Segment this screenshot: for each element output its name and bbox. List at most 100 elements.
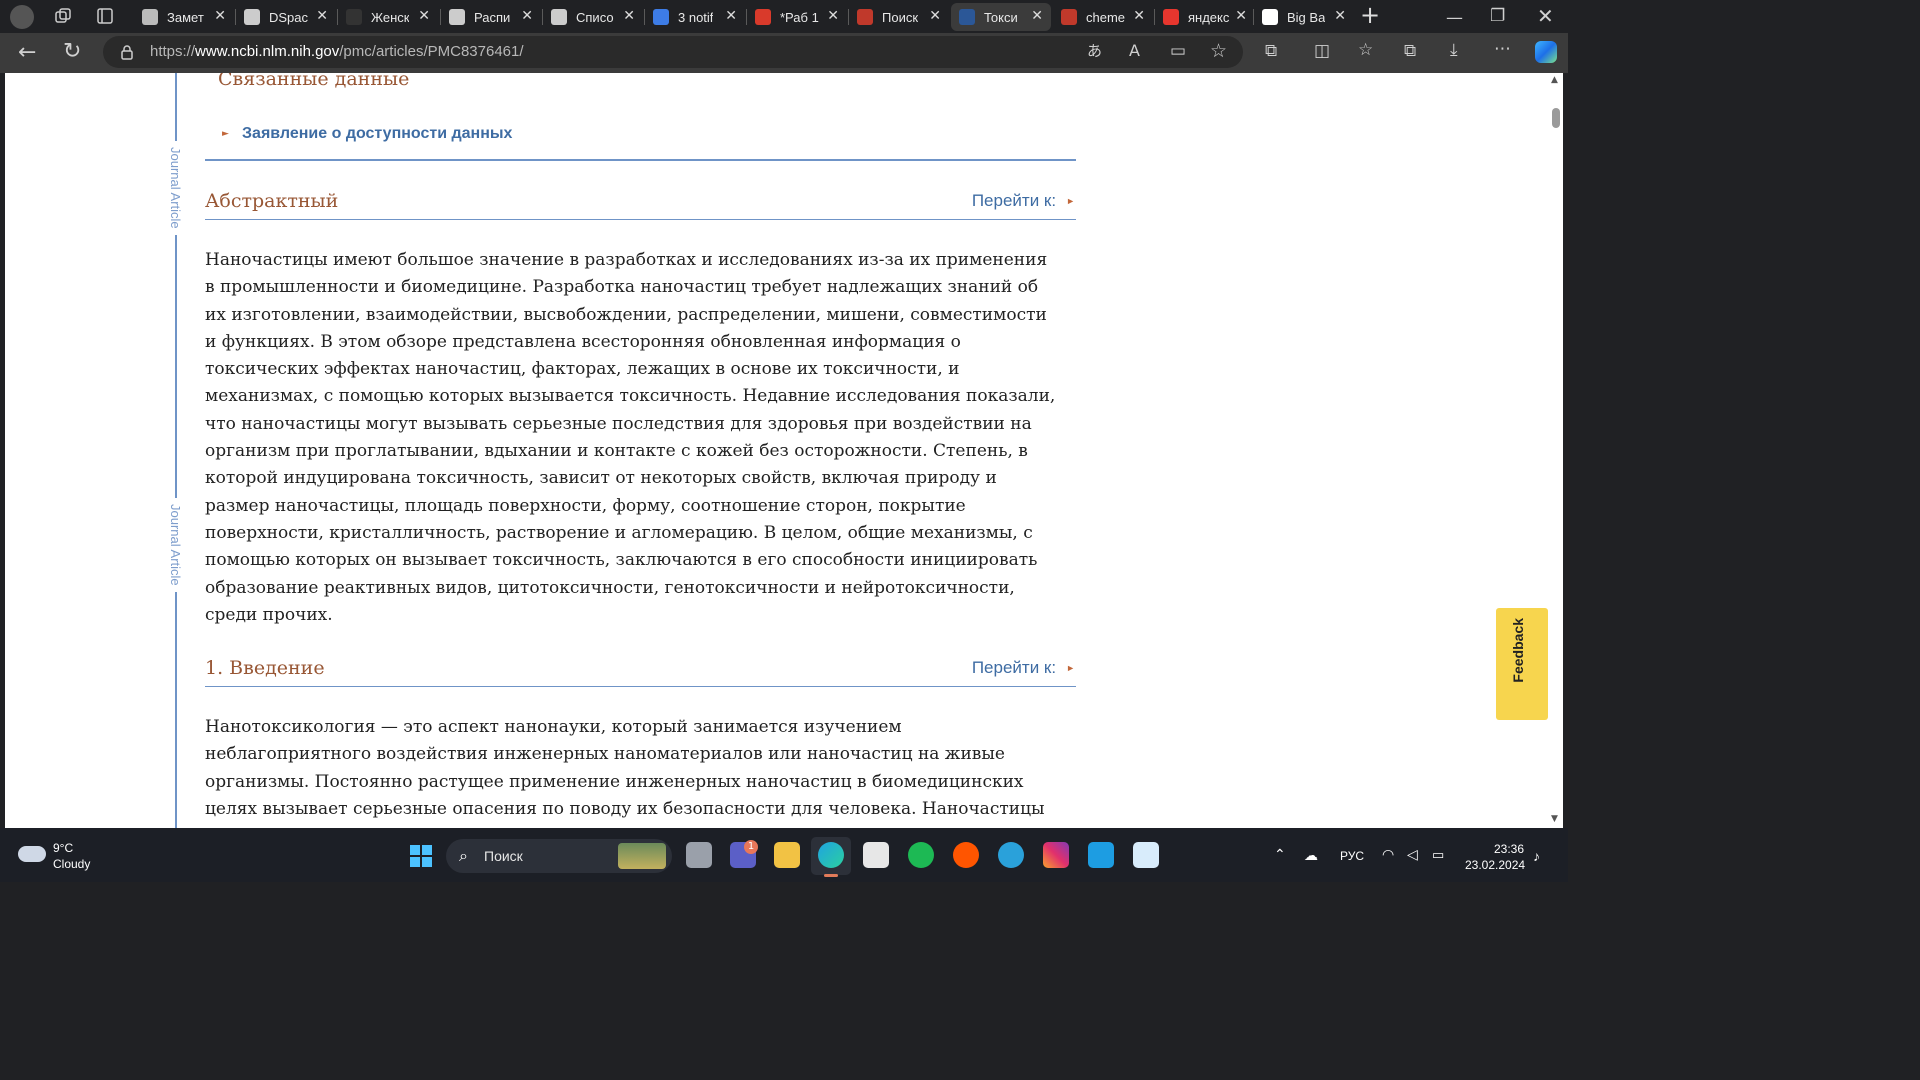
- tab-title: Замет: [167, 9, 204, 25]
- browser-tab[interactable]: Токси ✕: [951, 3, 1051, 31]
- yandex-icon: [1163, 9, 1179, 25]
- app-window-icon[interactable]: [1088, 842, 1114, 868]
- browser-tab[interactable]: cheme ✕: [1053, 3, 1153, 31]
- notification-bell-icon[interactable]: ♪: [1533, 848, 1540, 864]
- translate-icon[interactable]: あ: [1087, 44, 1102, 59]
- browser-tab[interactable]: Женск ✕: [338, 3, 438, 31]
- spotify-icon[interactable]: [908, 842, 934, 868]
- refresh-icon[interactable]: ↻: [63, 41, 81, 63]
- close-tab-icon[interactable]: ✕: [1334, 7, 1346, 24]
- browser-tab[interactable]: *Раб 1 ✕: [747, 3, 847, 31]
- collections-icon[interactable]: ⧉: [1404, 43, 1416, 60]
- tab-title: Женск: [371, 9, 410, 25]
- browser-tab[interactable]: Списо ✕: [543, 3, 643, 31]
- close-tab-icon[interactable]: ✕: [214, 7, 226, 24]
- search-highlight-image: [618, 843, 666, 869]
- favorite-star-icon[interactable]: ☆: [1210, 42, 1227, 61]
- tab-separator: [746, 9, 747, 25]
- close-window-button[interactable]: ✕: [1537, 6, 1554, 26]
- soundcloud-icon[interactable]: [953, 842, 979, 868]
- abstract-text: Наночастицы имеют большое значение в раз…: [205, 247, 1085, 629]
- page-scrollbar[interactable]: ▲ ▼: [1549, 73, 1563, 828]
- close-tab-icon[interactable]: ✕: [418, 7, 430, 24]
- instagram-icon[interactable]: [1043, 842, 1069, 868]
- minimize-window-button[interactable]: —: [1446, 10, 1463, 27]
- search-placeholder: Поиск: [484, 848, 523, 864]
- text-line: образование реактивных видов, цитотоксич…: [205, 577, 1015, 598]
- input-language[interactable]: РУС: [1340, 849, 1364, 863]
- tab-actions-icon[interactable]: [96, 7, 114, 29]
- jump-to-intro[interactable]: Перейти к: ►: [972, 658, 1075, 678]
- microsoft-store-icon[interactable]: [863, 842, 889, 868]
- tab-title: DSpac: [269, 9, 309, 25]
- read-aloud-icon[interactable]: A: [1129, 43, 1140, 59]
- pdf-icon: [755, 9, 771, 25]
- profile-avatar-icon[interactable]: [10, 5, 34, 29]
- scroll-down-arrow-icon[interactable]: ▼: [1551, 814, 1558, 824]
- jump-label: Перейти к:: [971, 658, 1057, 677]
- browser-tab[interactable]: Big Ba ✕: [1254, 3, 1354, 31]
- url-text[interactable]: https://www.ncbi.nlm.nih.gov/pmc/article…: [150, 43, 524, 60]
- extensions-icon[interactable]: ⧉: [1265, 43, 1277, 60]
- edge-browser-icon[interactable]: [818, 842, 844, 868]
- copilot-icon[interactable]: [1535, 41, 1557, 63]
- data-statement-row[interactable]: ► Заявление о доступности данных: [222, 123, 512, 143]
- scroll-up-arrow-icon[interactable]: ▲: [1551, 75, 1558, 85]
- feedback-button[interactable]: Feedback: [1496, 608, 1548, 720]
- cloud-icon: [18, 846, 46, 862]
- start-button[interactable]: [410, 845, 432, 867]
- downloads-icon[interactable]: ⤓: [1450, 42, 1458, 59]
- feedback-label: Feedback: [1510, 618, 1526, 683]
- text-line: поверхности, кристалличность, растворени…: [205, 522, 1033, 543]
- browser-tab[interactable]: 3 notif ✕: [645, 3, 745, 31]
- network-alert-icon[interactable]: ☁: [1304, 847, 1318, 864]
- more-menu-icon[interactable]: ⋯: [1494, 41, 1511, 58]
- text-line: в промышленности и биомедицине. Разработ…: [205, 277, 1039, 298]
- wifi-icon[interactable]: ◠: [1382, 846, 1394, 863]
- page-icon: [551, 9, 567, 25]
- close-tab-icon[interactable]: ✕: [521, 7, 533, 24]
- jump-to-abstract[interactable]: Перейти к: ►: [972, 191, 1075, 211]
- split-screen-icon[interactable]: ◫: [1314, 43, 1330, 60]
- search-box[interactable]: ⌕ Поиск: [446, 839, 672, 873]
- volume-icon[interactable]: ◁: [1407, 846, 1418, 863]
- new-tab-button[interactable]: +: [1360, 3, 1380, 27]
- close-tab-icon[interactable]: ✕: [1133, 7, 1145, 24]
- restore-window-button[interactable]: ❐: [1490, 8, 1505, 25]
- close-tab-icon[interactable]: ✕: [725, 7, 737, 24]
- url-path: /pmc/articles/PMC8376461/: [339, 43, 524, 60]
- text-line: и функциях. В этом обзоре представлена в…: [205, 331, 961, 352]
- browser-tab[interactable]: Распи ✕: [441, 3, 541, 31]
- battery-icon[interactable]: ▭: [1432, 847, 1444, 863]
- lock-icon[interactable]: [120, 44, 134, 64]
- back-arrow-icon[interactable]: ←: [18, 42, 36, 64]
- favorites-icon[interactable]: ☆: [1358, 42, 1373, 59]
- close-tab-icon[interactable]: ✕: [316, 7, 328, 24]
- task-view-icon[interactable]: [686, 842, 712, 868]
- intro-rule: [205, 686, 1076, 687]
- browser-tab[interactable]: Замет ✕: [134, 3, 234, 31]
- immersive-reader-icon[interactable]: ▭: [1170, 43, 1186, 60]
- workspaces-icon[interactable]: [54, 7, 72, 29]
- browser-tab[interactable]: DSpac ✕: [236, 3, 336, 31]
- close-tab-icon[interactable]: ✕: [623, 7, 635, 24]
- show-hidden-icons-chevron[interactable]: ⌃: [1274, 846, 1286, 863]
- tab-title: 3 notif: [678, 9, 714, 25]
- scrollbar-thumb[interactable]: [1552, 108, 1560, 128]
- clock-date[interactable]: 23.02.2024: [1465, 858, 1525, 872]
- weather-widget[interactable]: 9°C Cloudy: [18, 840, 128, 872]
- browser-tab[interactable]: яндекс ✕: [1155, 3, 1255, 31]
- clock-time[interactable]: 23:36: [1494, 842, 1524, 856]
- side-label-bottom: Journal Article: [168, 498, 183, 592]
- close-tab-icon[interactable]: ✕: [929, 7, 941, 24]
- file-explorer-icon[interactable]: [774, 842, 800, 868]
- onedrive-icon[interactable]: [1133, 842, 1159, 868]
- data-statement-link[interactable]: Заявление о доступности данных: [242, 125, 512, 142]
- browser-tab[interactable]: Поиск ✕: [849, 3, 949, 31]
- close-tab-icon[interactable]: ✕: [1031, 7, 1043, 24]
- close-tab-icon[interactable]: ✕: [827, 7, 839, 24]
- close-tab-icon[interactable]: ✕: [1235, 7, 1247, 24]
- telegram-icon[interactable]: [998, 842, 1024, 868]
- browser-toolbar: ← ↻ あ A ▭ ☆ https://www.ncbi.nlm.nih.gov…: [0, 33, 1568, 73]
- c-logo-icon: [857, 9, 873, 25]
